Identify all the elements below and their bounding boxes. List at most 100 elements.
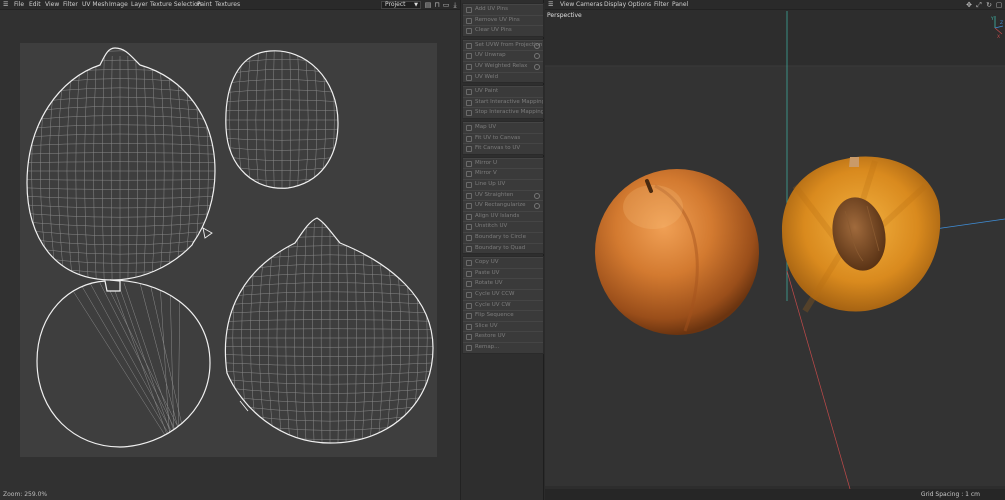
- menu-texture-selection[interactable]: Texture Selection: [150, 1, 202, 9]
- command-label: Boundary to Quad: [475, 244, 526, 251]
- command-icon: [466, 99, 472, 106]
- uv-command-rotate-uv[interactable]: Rotate UV: [463, 278, 543, 289]
- uv-command-uv-weld[interactable]: UV Weld: [463, 71, 543, 83]
- command-icon: [466, 146, 472, 153]
- gizmo-label-x: X: [997, 34, 1000, 38]
- viewport-menubar: ☰ View Cameras Display Options Filter Pa…: [545, 0, 1005, 10]
- uv-command-uv-unwrap[interactable]: UV Unwrap: [463, 50, 543, 61]
- maximize-icon[interactable]: ▢: [995, 1, 1003, 9]
- uv-command-restore-uv[interactable]: Restore UV: [463, 331, 543, 342]
- menu-filter[interactable]: Filter: [63, 1, 78, 9]
- pan-icon[interactable]: ✥: [965, 1, 973, 9]
- uv-canvas[interactable]: [20, 43, 437, 457]
- menu-edit[interactable]: Edit: [29, 1, 41, 9]
- grid-spacing-status: Grid Spacing : 1 cm: [920, 491, 980, 498]
- command-icon: [466, 234, 472, 241]
- uv-command-slice-uv[interactable]: Slice UV: [463, 320, 543, 332]
- gizmo-label-z: Z: [1000, 20, 1003, 26]
- uv-menu-icon[interactable]: ☰: [3, 1, 11, 9]
- uv-command-remove-uv-pins[interactable]: Remove UV Pins: [463, 14, 543, 26]
- zoom-icon[interactable]: ⤢: [975, 1, 983, 9]
- uv-command-map-uv[interactable]: Map UV: [463, 122, 543, 133]
- uv-command-stop-interactive-mapping[interactable]: Stop Interactive Mapping: [463, 107, 543, 118]
- texture-icon[interactable]: ▤: [424, 1, 432, 9]
- uv-command-align-uv-islands[interactable]: Align UV Islands: [463, 210, 543, 222]
- command-icon: [466, 270, 472, 277]
- uv-command-uv-weighted-relax[interactable]: UV Weighted Relax: [463, 60, 543, 72]
- command-icon: [466, 125, 472, 131]
- project-select-value: Project: [385, 1, 406, 8]
- command-label: Boundary to Circle: [475, 233, 526, 240]
- uv-command-fit-uv-to-canvas[interactable]: Fit UV to Canvas: [463, 132, 543, 144]
- menu-layer[interactable]: Layer: [131, 1, 148, 9]
- command-label: Slice UV: [475, 322, 498, 329]
- vp-menu-cameras[interactable]: Cameras: [576, 1, 603, 9]
- command-icon: [466, 74, 472, 81]
- uv-command-cycle-uv-ccw[interactable]: Cycle UV CCW: [463, 288, 543, 300]
- 3d-viewport[interactable]: ☰ View Cameras Display Options Filter Pa…: [545, 0, 1005, 500]
- uv-command-mirror-v[interactable]: Mirror V: [463, 168, 543, 179]
- uv-command-uv-rectangularize[interactable]: UV Rectangularize: [463, 200, 543, 211]
- uv-command-uv-paint[interactable]: UV Paint: [463, 86, 543, 97]
- command-group: Map UV Fit UV to Canvas Fit Canvas to UV: [462, 121, 544, 155]
- command-icon: [466, 28, 472, 35]
- gear-icon[interactable]: [534, 42, 540, 49]
- gear-icon[interactable]: [534, 192, 540, 199]
- uv-command-unstitch-uv[interactable]: Unstitch UV: [463, 221, 543, 232]
- axis-gizmo: Y Z X: [990, 16, 1004, 38]
- rotate-icon[interactable]: ↻: [985, 1, 993, 9]
- command-icon: [466, 260, 472, 267]
- command-icon: [466, 302, 472, 309]
- command-label: Restore UV: [475, 333, 506, 340]
- menu-image[interactable]: Image: [109, 1, 128, 9]
- uv-command-copy-uv[interactable]: Copy UV: [463, 257, 543, 268]
- uv-command-add-uv-pins[interactable]: Add UV Pins: [463, 4, 543, 15]
- viewport-scene: [545, 11, 1005, 489]
- vp-menu-view[interactable]: View: [560, 1, 574, 9]
- layout-icon[interactable]: ▭: [442, 1, 450, 9]
- vp-menu-options[interactable]: Options: [628, 1, 651, 9]
- command-icon: [466, 245, 472, 252]
- uv-command-boundary-to-circle[interactable]: Boundary to Circle: [463, 231, 543, 243]
- command-label: UV Straighten: [475, 191, 514, 198]
- command-icon: [466, 313, 472, 320]
- command-label: Fit Canvas to UV: [475, 145, 521, 152]
- uv-command-mirror-u[interactable]: Mirror U: [463, 157, 543, 169]
- project-select[interactable]: Project ▼: [381, 1, 421, 9]
- uv-command-line-up-uv[interactable]: Line Up UV: [463, 178, 543, 190]
- command-label: Map UV: [475, 124, 497, 130]
- menu-textures[interactable]: Textures: [215, 1, 240, 9]
- whole-peach[interactable]: [595, 169, 759, 335]
- uv-zoom-status: Zoom: 259.0%: [3, 491, 48, 498]
- command-icon: [466, 110, 472, 117]
- uv-islands: [26, 47, 434, 448]
- chevron-down-icon: ▼: [414, 2, 418, 8]
- command-icon: [466, 334, 472, 341]
- menu-file[interactable]: File: [14, 1, 24, 9]
- uv-command-boundary-to-quad[interactable]: Boundary to Quad: [463, 242, 543, 254]
- command-icon: [466, 281, 472, 288]
- uv-command-uv-straighten[interactable]: UV Straighten: [463, 189, 543, 201]
- command-group: Add UV Pins Remove UV Pins Clear UV Pins: [462, 3, 544, 37]
- uv-command-clear-uv-pins[interactable]: Clear UV Pins: [463, 25, 543, 36]
- menu-uv-mesh[interactable]: UV Mesh: [82, 1, 108, 9]
- uv-command-cycle-uv-cw[interactable]: Cycle UV CW: [463, 299, 543, 311]
- gear-icon[interactable]: [534, 203, 540, 210]
- vp-menu-display[interactable]: Display: [604, 1, 626, 9]
- uv-command-flip-sequence[interactable]: Flip Sequence: [463, 310, 543, 321]
- menu-paint[interactable]: Paint: [197, 1, 212, 9]
- uv-command-fit-canvas-to-uv[interactable]: Fit Canvas to UV: [463, 143, 543, 154]
- pin-icon[interactable]: ⤓: [451, 1, 459, 9]
- gear-icon[interactable]: [534, 63, 540, 70]
- command-group: Set UVW from Projection UV Unwrap UV Weigh…: [462, 38, 544, 84]
- gear-icon[interactable]: [534, 53, 540, 60]
- vp-menu-panel[interactable]: Panel: [672, 1, 688, 9]
- uv-command-paste-uv[interactable]: Paste UV: [463, 267, 543, 279]
- uv-command-start-interactive-mapping[interactable]: Start Interactive Mapping: [463, 96, 543, 108]
- vp-menu-filter[interactable]: Filter: [654, 1, 669, 9]
- menu-view[interactable]: View: [45, 1, 59, 9]
- uv-command-remap[interactable]: Remap...: [463, 341, 543, 353]
- uv-command-set-uvw-from-projection[interactable]: Set UVW from Projection: [463, 39, 543, 51]
- viewport-menu-icon[interactable]: ☰: [548, 1, 556, 9]
- lock-icon[interactable]: ⊓: [433, 1, 441, 9]
